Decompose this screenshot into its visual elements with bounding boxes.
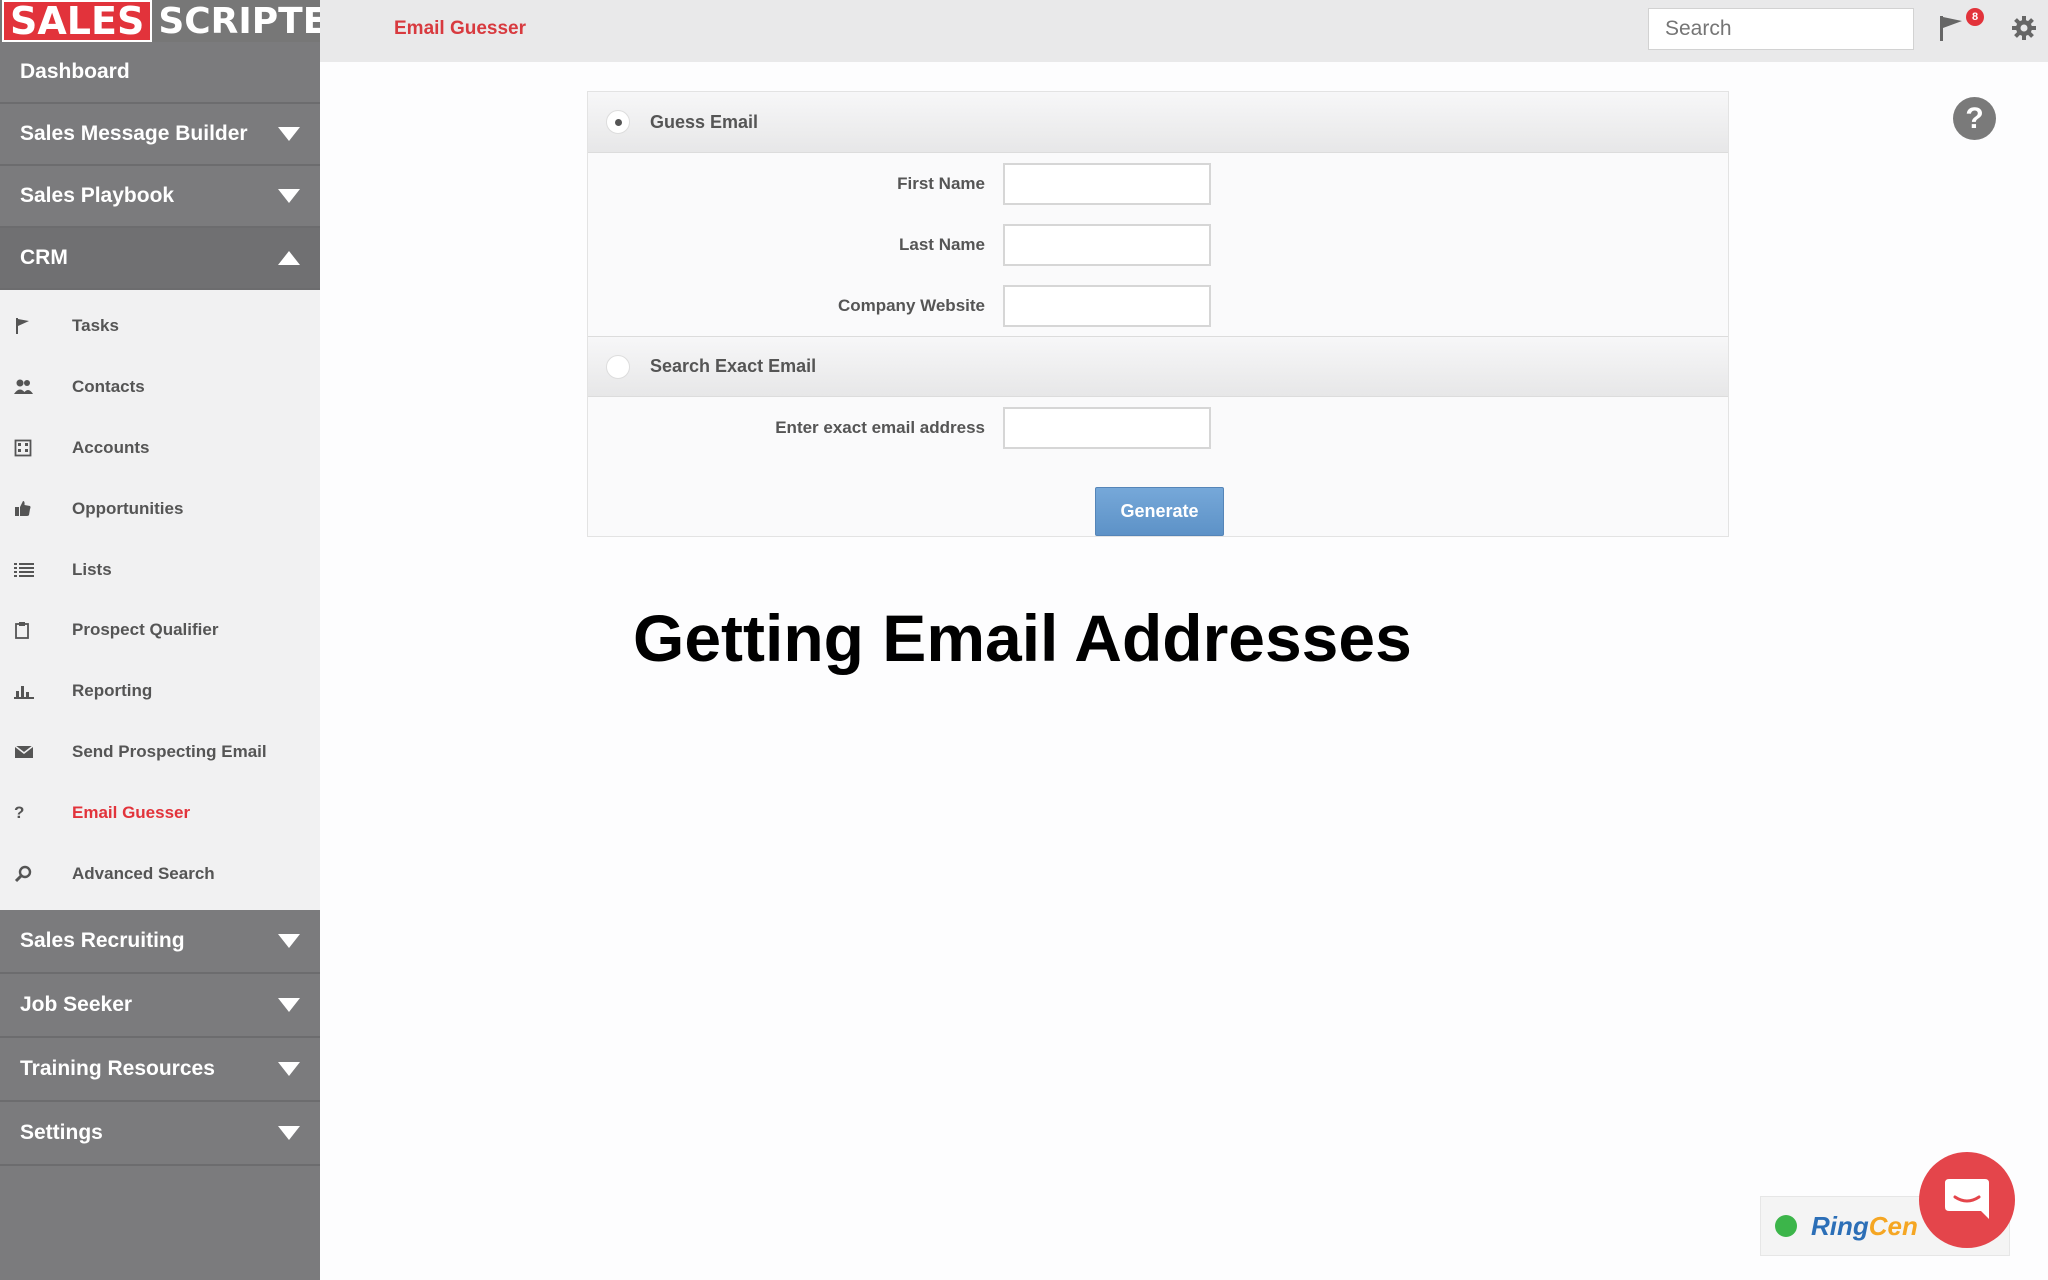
sidebar-item-label: Lists [72, 559, 112, 579]
logo-sales-text: SALES [2, 0, 153, 42]
sidebar-item-email-guesser[interactable]: ? Email Guesser [0, 782, 320, 843]
nav-sales-playbook-label: Sales Playbook [20, 184, 175, 207]
search-exact-email-label: Search Exact Email [650, 356, 817, 376]
chat-bubble-icon [1943, 1175, 1991, 1226]
sidebar-item-lists[interactable]: Lists [0, 539, 320, 600]
chat-launcher-button[interactable] [1919, 1152, 2015, 1248]
thumbs-up-icon [14, 499, 38, 519]
nav-crm-label: CRM [20, 246, 68, 269]
search-exact-email-section-header[interactable]: Search Exact Email [588, 336, 1728, 397]
last-name-field[interactable] [1003, 223, 1211, 266]
nav-job-seeker[interactable]: Job Seeker [0, 973, 320, 1038]
bar-chart-icon [14, 681, 38, 701]
nav-sales-message-builder[interactable]: Sales Message Builder [0, 104, 320, 166]
nav-sales-recruiting-label: Sales Recruiting [20, 928, 185, 952]
sidebar-item-label: Advanced Search [72, 863, 215, 883]
nav-settings-label: Settings [20, 1120, 103, 1144]
gear-icon[interactable] [2010, 14, 2038, 47]
sidebar-item-reporting[interactable]: Reporting [0, 661, 320, 722]
chevron-up-icon [278, 251, 300, 265]
ringcentral-logo-part-b: Cen [1868, 1210, 1918, 1241]
chevron-down-icon [278, 127, 300, 141]
exact-email-field[interactable] [1003, 406, 1211, 449]
first-name-row: First Name [588, 153, 1728, 214]
sidebar-item-label: Email Guesser [72, 802, 191, 822]
sidebar-item-contacts[interactable]: Contacts [0, 357, 320, 418]
flag-icon [14, 316, 38, 336]
brand-logo[interactable]: SALES SCRIPTER [0, 0, 355, 42]
sidebar-item-label: Opportunities [72, 498, 184, 518]
chevron-down-icon [278, 933, 300, 948]
exact-email-row: Enter exact email address [588, 397, 1728, 458]
sidebar-item-label: Prospect Qualifier [72, 620, 219, 640]
ringcentral-logo-part-a: Ring [1811, 1210, 1869, 1241]
company-website-field[interactable] [1003, 284, 1211, 327]
last-name-row: Last Name [588, 214, 1728, 275]
sidebar-item-tasks[interactable]: Tasks [0, 296, 320, 357]
nav-settings[interactable]: Settings [0, 1101, 320, 1166]
nav-sales-playbook[interactable]: Sales Playbook [0, 166, 320, 228]
nav-sales-message-builder-label: Sales Message Builder [20, 122, 248, 145]
guess-email-radio[interactable] [606, 110, 630, 134]
chevron-down-icon [278, 1061, 300, 1076]
nav-dashboard-label: Dashboard [20, 60, 130, 83]
list-icon [14, 560, 38, 580]
search-exact-email-radio[interactable] [606, 354, 630, 379]
sidebar-item-send-prospecting-email[interactable]: Send Prospecting Email [0, 722, 320, 783]
last-name-label: Last Name [899, 234, 985, 254]
sidebar-item-label: Reporting [72, 681, 153, 701]
crm-submenu: Tasks Contacts Accounts Opportunities Li… [0, 290, 320, 910]
chevron-down-icon [278, 997, 300, 1012]
generate-button[interactable]: Generate [1095, 487, 1224, 536]
sidebar-item-opportunities[interactable]: Opportunities [0, 478, 320, 539]
guess-email-section-header[interactable]: Guess Email [588, 92, 1728, 153]
clipboard-icon [14, 620, 38, 640]
notifications-flag-icon[interactable] [1938, 14, 1964, 47]
page-title: Email Guesser [394, 18, 527, 39]
help-icon[interactable]: ? [1953, 97, 1996, 140]
chevron-down-icon [278, 1125, 300, 1140]
nav-training-resources[interactable]: Training Resources [0, 1037, 320, 1102]
guess-email-fields: First Name Last Name Company Website [588, 153, 1728, 336]
sidebar-item-accounts[interactable]: Accounts [0, 418, 320, 479]
sidebar-item-label: Tasks [72, 316, 119, 336]
top-bar: Email Guesser 8 [320, 0, 2048, 62]
email-guesser-form: Guess Email First Name Last Name Company… [587, 91, 1729, 537]
contacts-icon [14, 377, 38, 397]
company-website-row: Company Website [588, 275, 1728, 336]
envelope-icon [14, 742, 38, 762]
question-icon: ? [14, 802, 25, 822]
exact-email-label: Enter exact email address [775, 417, 985, 437]
guess-email-label: Guess Email [650, 111, 759, 132]
sidebar: SALES SCRIPTER Dashboard Sales Message B… [0, 0, 355, 1280]
nav-dashboard[interactable]: Dashboard [0, 42, 320, 104]
company-website-label: Company Website [837, 295, 985, 315]
first-name-field[interactable] [1003, 162, 1211, 205]
search-icon [14, 864, 38, 884]
sidebar-item-prospect-qualifier[interactable]: Prospect Qualifier [0, 600, 320, 661]
sidebar-item-label: Contacts [72, 377, 145, 397]
nav-training-resources-label: Training Resources [20, 1056, 215, 1080]
chevron-down-icon [278, 189, 300, 203]
status-dot-icon [1775, 1215, 1797, 1237]
first-name-label: First Name [897, 173, 985, 193]
notification-badge: 8 [1966, 8, 1984, 26]
nav-crm[interactable]: CRM [0, 228, 320, 290]
nav-job-seeker-label: Job Seeker [20, 992, 133, 1016]
ringcentral-logo: RingCen [1811, 1211, 1918, 1242]
nav-sales-recruiting[interactable]: Sales Recruiting [0, 909, 320, 974]
sidebar-lower-nav: Sales Recruiting Job Seeker Training Res… [0, 909, 320, 1166]
building-icon [14, 438, 38, 458]
overlay-heading: Getting Email Addresses [633, 601, 1412, 675]
sidebar-item-label: Send Prospecting Email [72, 741, 267, 761]
sidebar-item-advanced-search[interactable]: Advanced Search [0, 843, 320, 904]
sidebar-item-label: Accounts [72, 437, 150, 457]
search-input[interactable] [1648, 8, 1914, 50]
